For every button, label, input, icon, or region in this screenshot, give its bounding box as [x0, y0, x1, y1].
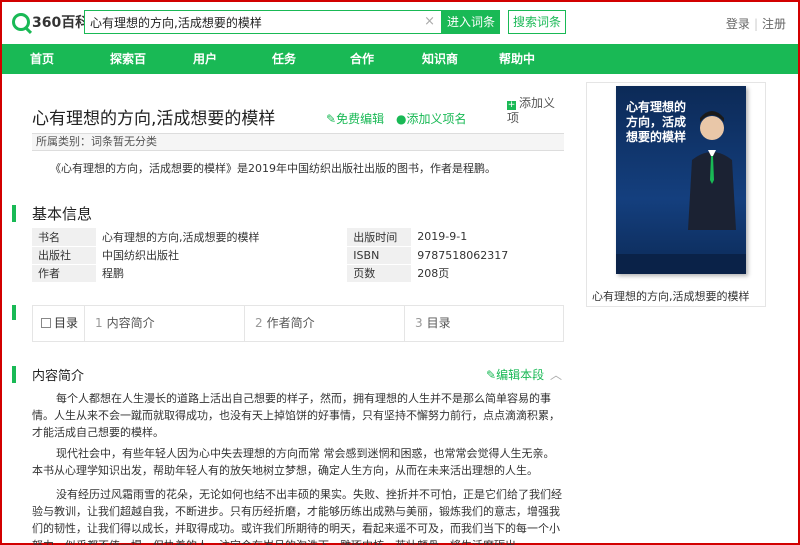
- auth-links: 登录 | 注册: [725, 17, 786, 31]
- field-label: 出版社: [32, 246, 96, 265]
- search-box: ×: [84, 10, 442, 34]
- catalog-label: 目录: [54, 316, 79, 330]
- book-cover-bottom: [616, 254, 746, 274]
- free-edit-link[interactable]: ✎免费编辑: [326, 110, 384, 127]
- catalog-item-label: 作者简介: [266, 316, 315, 330]
- edit-section-label: 编辑本段: [496, 368, 545, 382]
- search-magnifier-icon: [12, 13, 30, 31]
- intro-paragraph: 没有经历过风霜雨雪的花朵，无论如何也结不出丰硕的果实。失败、挫折并不可怕，正是它…: [32, 488, 562, 545]
- table-row: 出版社 中国纺织出版社 ISBN 9787518062317: [32, 246, 564, 265]
- field-label: 书名: [32, 228, 96, 247]
- login-link[interactable]: 登录: [726, 17, 750, 31]
- add-sense-button[interactable]: + 添加义项: [507, 96, 562, 126]
- catalog-toggle[interactable]: 目录: [33, 306, 85, 341]
- nav-home[interactable]: 首页: [30, 44, 54, 74]
- intro-paragraph: 现代社会中，有些年轻人因为心中失去理想的方向而常 常会感到迷惘和困惑，也常常会觉…: [32, 447, 555, 477]
- collapse-chevron-icon[interactable]: ︿: [550, 366, 562, 383]
- plus-icon: +: [507, 100, 516, 110]
- field-value: 2019-9-1: [411, 228, 564, 247]
- entry-summary: 《心有理想的方向，活成想要的模样》是2019年中国纺织出版社出版的图书，作者是程…: [50, 162, 496, 175]
- free-edit-label: 免费编辑: [336, 112, 385, 126]
- field-label: 页数: [347, 264, 412, 283]
- book-caption: 心有理想的方向,活成想要的模样: [592, 290, 750, 303]
- intro-paragraph: 每个人都想在人生漫长的道路上活出自己想要的样子，然而，拥有理想的人生并不是那么简…: [32, 392, 560, 439]
- page-title: 心有理想的方向,活成想要的模样: [32, 109, 276, 129]
- category-bar: 所属类别：词条暂无分类: [32, 133, 564, 151]
- nav-help[interactable]: 帮助中: [499, 44, 535, 74]
- section-marker: [12, 366, 16, 383]
- catalog-item-label: 目录: [426, 316, 451, 330]
- book-cover-image[interactable]: 心有理想的方向，活成想要的模样: [616, 86, 746, 274]
- logo-text: 360百科: [32, 15, 90, 31]
- list-icon: [41, 318, 51, 328]
- site-logo[interactable]: 360百科: [12, 12, 89, 32]
- clear-icon[interactable]: ×: [424, 14, 435, 29]
- pencil-icon: ✎: [326, 112, 337, 126]
- pencil-icon: ✎: [486, 368, 497, 382]
- book-cover-title: 心有理想的方向，活成想要的模样: [626, 100, 687, 144]
- enter-entry-button[interactable]: 进入词条: [442, 10, 500, 34]
- field-label: 出版时间: [347, 228, 412, 247]
- basic-info-heading: 基本信息: [32, 205, 93, 223]
- edit-section-link[interactable]: ✎编辑本段: [486, 366, 544, 383]
- field-value: 208页: [411, 264, 564, 283]
- register-link[interactable]: 注册: [762, 17, 786, 31]
- author-portrait-icon: [688, 111, 736, 230]
- basic-info-table: 书名 心有理想的方向,活成想要的模样 出版时间 2019-9-1 出版社 中国纺…: [32, 228, 564, 283]
- add-sense-name-link[interactable]: ●添加义项名: [396, 110, 467, 127]
- table-row: 作者 程鹏 页数 208页: [32, 264, 564, 283]
- field-value: 中国纺织出版社: [96, 246, 348, 265]
- top-bar: 360百科 × 进入词条 搜索词条 登录|注册: [2, 2, 798, 42]
- catalog-num: 3: [415, 316, 423, 330]
- content-intro-heading: 内容简介: [32, 369, 85, 384]
- main-nav: 首页 探索百 用户 任务 合作 知识商 帮助中: [2, 44, 798, 74]
- add-sense-name-label: 添加义项名: [406, 112, 467, 126]
- field-value: 心有理想的方向,活成想要的模样: [96, 228, 348, 247]
- catalog-item[interactable]: 3 目录: [405, 306, 563, 341]
- section-marker: [12, 305, 16, 320]
- nav-cooperation[interactable]: 合作: [350, 44, 374, 74]
- nav-knowledge[interactable]: 知识商: [422, 44, 458, 74]
- field-label: ISBN: [347, 246, 412, 265]
- catalog-item[interactable]: 1 内容简介: [85, 306, 245, 341]
- catalog-item[interactable]: 2 作者简介: [245, 306, 405, 341]
- search-input[interactable]: [85, 11, 415, 33]
- catalog-num: 2: [255, 316, 263, 330]
- nav-users[interactable]: 用户: [193, 44, 217, 74]
- table-row: 书名 心有理想的方向,活成想要的模样 出版时间 2019-9-1: [32, 228, 564, 247]
- nav-tasks[interactable]: 任务: [272, 44, 296, 74]
- catalog-box: 目录 1 内容简介 2 作者简介 3 目录: [32, 305, 564, 342]
- field-value: 9787518062317: [411, 246, 564, 265]
- catalog-item-label: 内容简介: [106, 316, 155, 330]
- leaf-icon: ●: [396, 112, 407, 126]
- field-label: 作者: [32, 264, 96, 283]
- nav-explore[interactable]: 探索百: [110, 44, 146, 74]
- section-marker: [12, 205, 16, 222]
- catalog-num: 1: [95, 316, 103, 330]
- search-entry-button[interactable]: 搜索词条: [508, 10, 566, 34]
- field-value: 程鹏: [96, 264, 348, 283]
